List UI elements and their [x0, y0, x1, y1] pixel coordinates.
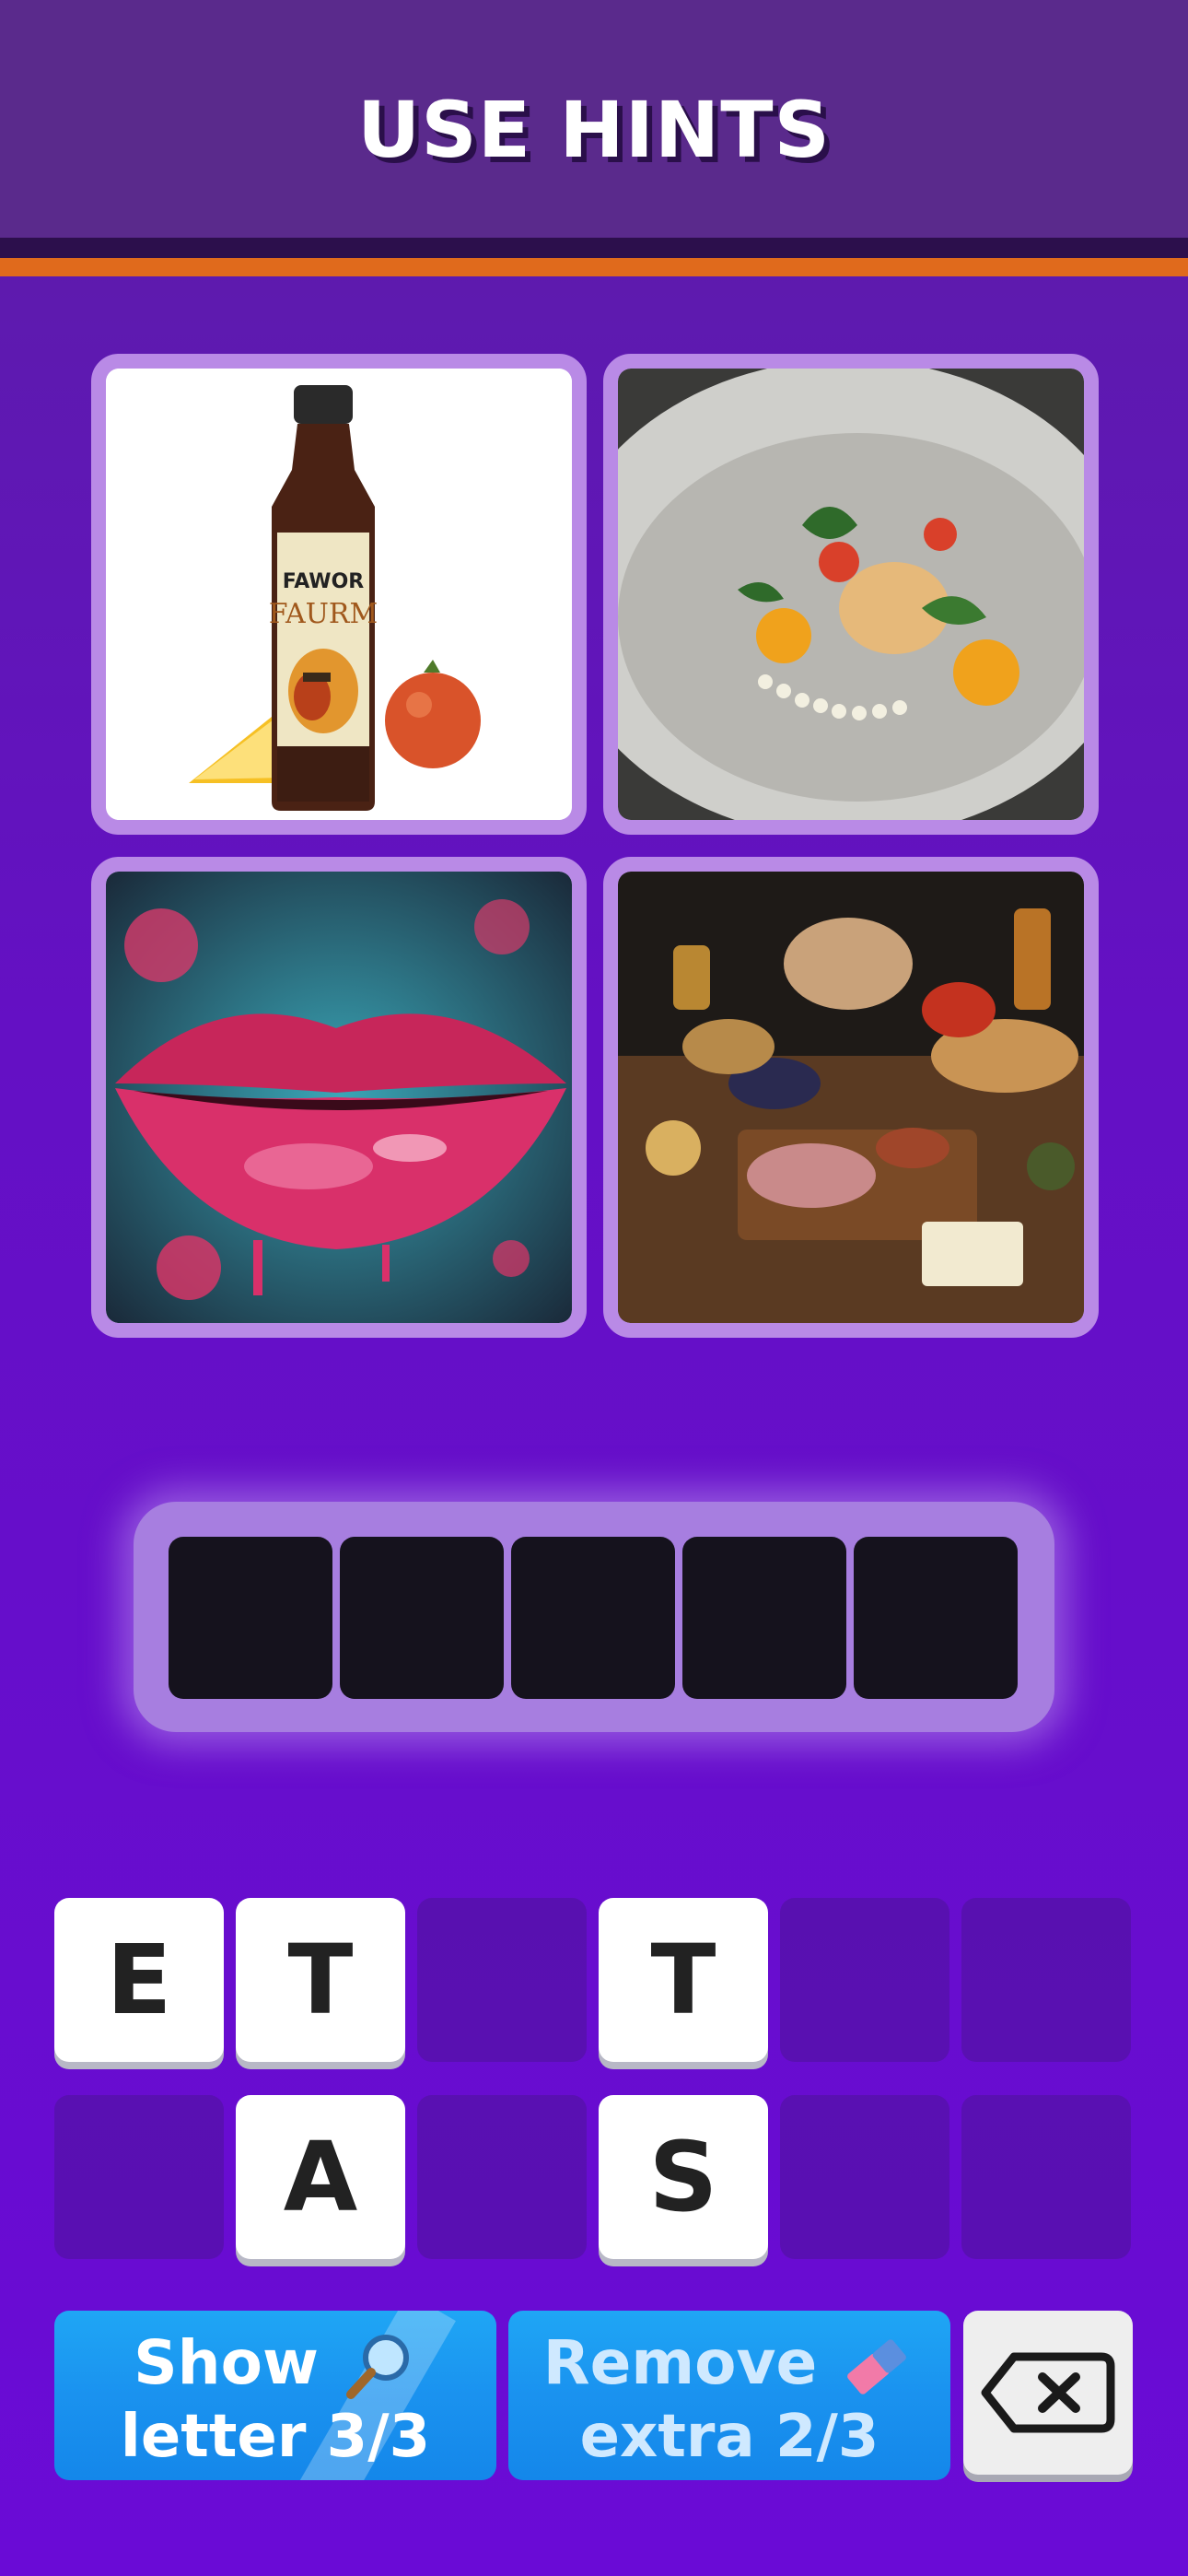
letter-tile-empty	[780, 1898, 949, 2062]
clue-image-4[interactable]	[603, 857, 1099, 1338]
letter-tile[interactable]: S	[599, 2095, 768, 2259]
sauce-bottle-image: FAWOR FAURM	[106, 369, 572, 820]
header-bar: USE HINTS	[0, 0, 1188, 238]
letter-tile-empty	[417, 2095, 587, 2259]
clue-image-3[interactable]	[91, 857, 587, 1338]
header-accent-stripe	[0, 258, 1188, 276]
letter-tile-empty	[417, 1898, 587, 2062]
letter-tile-empty	[54, 2095, 224, 2259]
page-title: USE HINTS	[357, 85, 831, 175]
backspace-icon	[981, 2352, 1115, 2433]
remove-extra-count: extra 2/3	[579, 2403, 879, 2471]
show-letter-count: letter 3/3	[120, 2403, 431, 2471]
letter-tile-empty	[961, 2095, 1131, 2259]
backspace-button[interactable]	[963, 2311, 1133, 2475]
food-spread-image	[618, 872, 1084, 1323]
letter-tile-empty	[961, 1898, 1131, 2062]
clue-image-1[interactable]: FAWOR FAURM	[91, 354, 587, 835]
show-letter-label: Show	[134, 2327, 319, 2398]
bottle-label-top: FAWOR	[283, 570, 365, 593]
eraser-icon	[847, 2339, 907, 2395]
letter-tile[interactable]: A	[236, 2095, 405, 2259]
remove-extra-label: Remove	[542, 2327, 818, 2398]
show-letter-button[interactable]: Show letter 3/3	[54, 2311, 496, 2480]
answer-area	[134, 1502, 1054, 1732]
clue-image-2[interactable]	[603, 354, 1099, 835]
lips-image	[106, 872, 572, 1323]
remove-extra-button[interactable]: Remove extra 2/3	[508, 2311, 950, 2480]
letter-tile[interactable]: T	[599, 1898, 768, 2062]
answer-slot[interactable]	[511, 1537, 675, 1699]
answer-slot[interactable]	[169, 1537, 332, 1699]
answer-slot[interactable]	[682, 1537, 846, 1699]
magnifier-icon	[345, 2334, 409, 2399]
answer-slot[interactable]	[340, 1537, 504, 1699]
gourmet-dish-image	[618, 369, 1084, 820]
letter-tile[interactable]: E	[54, 1898, 224, 2062]
letter-tile[interactable]: T	[236, 1898, 405, 2062]
header-divider	[0, 238, 1188, 258]
letter-tile-empty	[780, 2095, 949, 2259]
answer-slot[interactable]	[854, 1537, 1018, 1699]
bottle-label-main: FAURM	[269, 598, 378, 630]
